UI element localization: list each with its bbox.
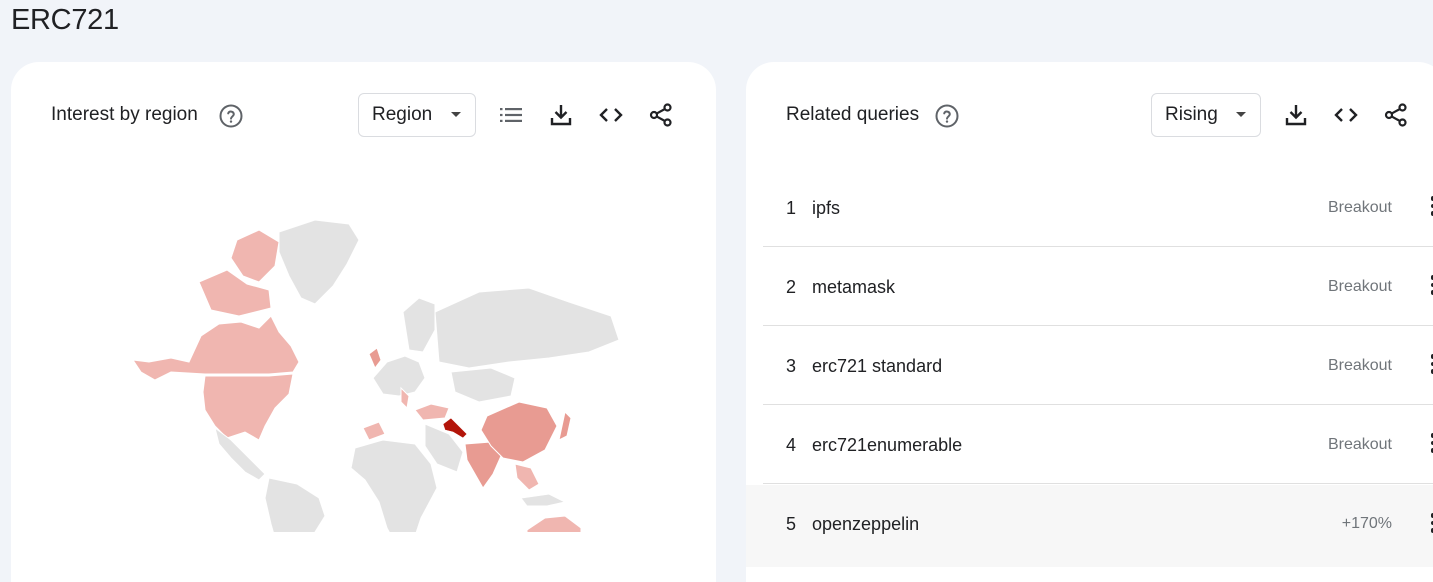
query-label: metamask bbox=[812, 277, 896, 297]
map-region-europe[interactable] bbox=[372, 355, 426, 397]
mode-dropdown-value: Rising bbox=[1165, 104, 1218, 125]
share-icon[interactable] bbox=[648, 102, 674, 128]
map-region-scandinavia[interactable] bbox=[402, 297, 436, 353]
resolution-dropdown[interactable]: Region bbox=[358, 93, 476, 137]
query-label: ipfs bbox=[812, 198, 841, 218]
map-region-southeast-asia[interactable] bbox=[514, 463, 540, 491]
query-value: Breakout bbox=[1327, 199, 1392, 216]
query-row[interactable]: 1 ipfs Breakout bbox=[763, 169, 1433, 247]
query-row[interactable]: 5 openzeppelin +170% bbox=[746, 485, 1433, 567]
related-queries-card: Related queries Rising 1 ipfs Breakout 2… bbox=[746, 62, 1433, 582]
world-map bbox=[131, 219, 620, 532]
query-row[interactable]: 2 metamask Breakout bbox=[763, 248, 1433, 326]
help-circle-icon[interactable] bbox=[219, 104, 243, 128]
map-region-indonesia[interactable] bbox=[520, 493, 567, 507]
query-rank: 1 bbox=[786, 198, 797, 218]
card-title: Related queries bbox=[786, 104, 920, 125]
map-region-greenland[interactable] bbox=[278, 219, 360, 305]
share-icon[interactable] bbox=[1383, 102, 1409, 128]
embed-code-icon[interactable] bbox=[1333, 102, 1359, 128]
map-region-africa[interactable] bbox=[350, 439, 438, 532]
download-icon[interactable] bbox=[548, 102, 574, 128]
map-region-south-america[interactable] bbox=[264, 477, 326, 532]
query-label: erc721enumerable bbox=[812, 435, 963, 455]
card-title: Interest by region bbox=[51, 104, 198, 125]
chevron-down-icon bbox=[451, 112, 461, 117]
query-value: Breakout bbox=[1327, 436, 1392, 453]
resolution-dropdown-value: Region bbox=[372, 104, 433, 125]
query-rank: 4 bbox=[786, 435, 797, 455]
map-region-russia[interactable] bbox=[434, 287, 620, 369]
download-icon[interactable] bbox=[1283, 102, 1309, 128]
map-region-canada-arctic[interactable] bbox=[230, 229, 280, 283]
map-region-turkey[interactable] bbox=[414, 403, 450, 421]
query-value: Breakout bbox=[1327, 278, 1392, 295]
interest-by-region-card: Interest by region Region bbox=[11, 62, 716, 582]
query-value: +170% bbox=[1341, 515, 1392, 532]
map-region-kazakhstan[interactable] bbox=[450, 367, 516, 403]
query-label: erc721 standard bbox=[812, 356, 943, 376]
query-row[interactable]: 4 erc721enumerable Breakout bbox=[763, 406, 1433, 484]
query-rank: 3 bbox=[786, 356, 797, 376]
query-rank: 5 bbox=[786, 514, 797, 534]
query-rank: 2 bbox=[786, 277, 797, 297]
help-circle-icon[interactable] bbox=[935, 104, 959, 128]
list-icon[interactable] bbox=[498, 102, 524, 128]
map-region-japan[interactable] bbox=[558, 410, 572, 441]
query-value: Breakout bbox=[1327, 357, 1392, 374]
map-region-spain[interactable] bbox=[362, 421, 386, 441]
map-region-australia[interactable] bbox=[526, 515, 582, 532]
mode-dropdown[interactable]: Rising bbox=[1151, 93, 1261, 137]
embed-code-icon[interactable] bbox=[598, 102, 624, 128]
map-region-canada[interactable] bbox=[131, 315, 300, 381]
map-region-uk[interactable] bbox=[368, 347, 382, 369]
query-row[interactable]: 3 erc721 standard Breakout bbox=[763, 327, 1433, 405]
chevron-down-icon bbox=[1236, 112, 1246, 117]
page-title: ERC721 bbox=[11, 4, 119, 36]
query-label: openzeppelin bbox=[812, 514, 920, 534]
